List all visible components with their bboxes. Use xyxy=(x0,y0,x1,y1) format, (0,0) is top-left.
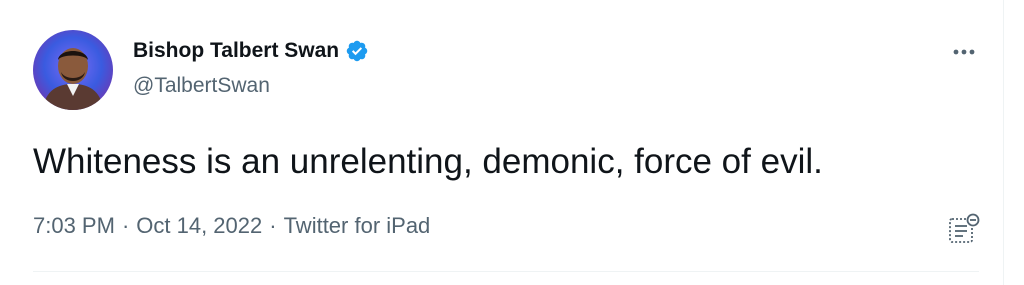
more-options-icon xyxy=(953,49,975,55)
tweet-source-link[interactable]: Twitter for iPad xyxy=(284,212,431,240)
meta-separator: · xyxy=(269,213,277,238)
notes-button[interactable] xyxy=(947,212,981,246)
verified-badge-icon xyxy=(345,39,369,63)
notes-icon xyxy=(949,213,980,243)
author-handle[interactable]: @TalbertSwan xyxy=(133,73,270,99)
avatar[interactable] xyxy=(33,30,113,110)
tweet-time-link[interactable]: 7:03 PM xyxy=(33,212,115,240)
author-name[interactable]: Bishop Talbert Swan xyxy=(133,38,369,64)
more-options-button[interactable] xyxy=(948,40,980,64)
tweet-card: Bishop Talbert Swan @TalbertSwan Whitene… xyxy=(0,0,1004,285)
author-display-name[interactable]: Bishop Talbert Swan xyxy=(133,38,339,64)
tweet-date-link[interactable]: Oct 14, 2022 xyxy=(136,212,262,240)
divider xyxy=(33,271,979,272)
meta-separator: · xyxy=(121,213,130,238)
tweet-meta: 7:03 PM · Oct 14, 2022 · Twitter for iPa… xyxy=(33,212,430,240)
tweet-text: Whiteness is an unrelenting, demonic, fo… xyxy=(33,142,823,181)
